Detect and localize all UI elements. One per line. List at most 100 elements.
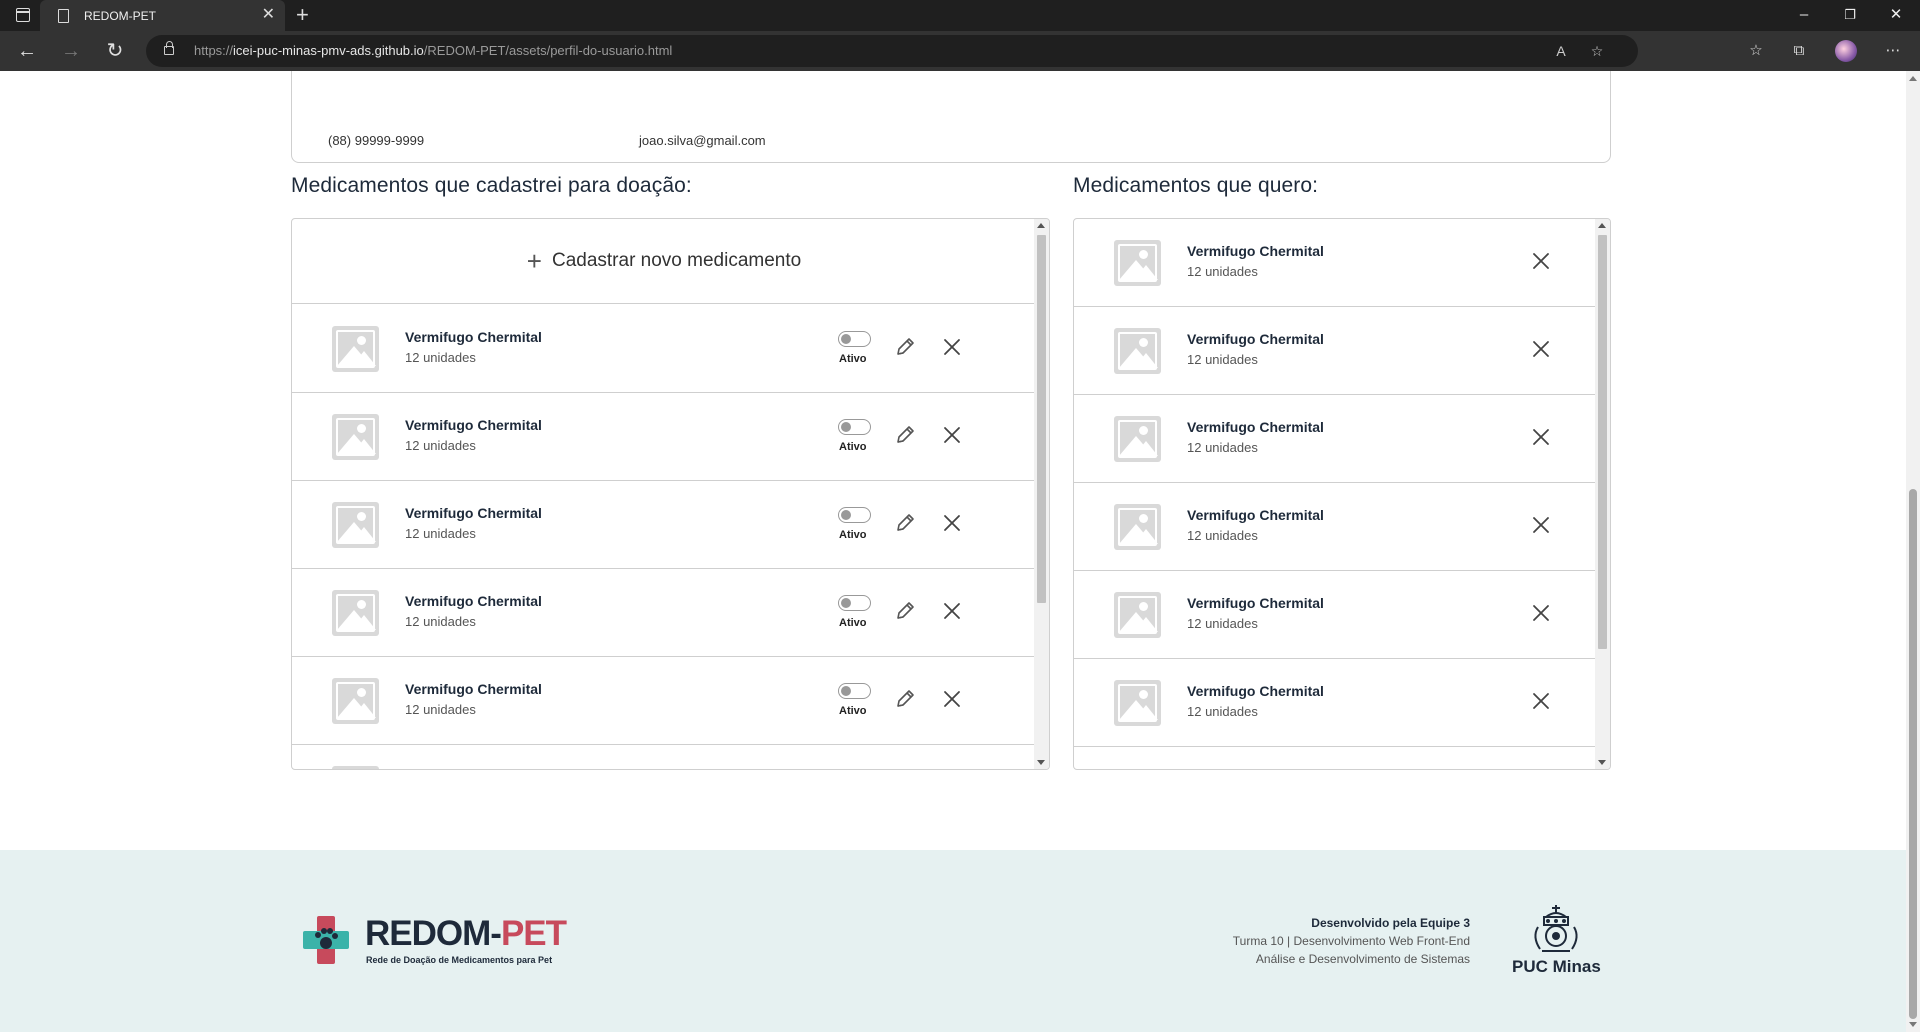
address-bar[interactable]: https://icei-puc-minas-pmv-ads.github.io… [146,35,1638,67]
url-text[interactable]: https://icei-puc-minas-pmv-ads.github.io… [194,43,672,58]
active-toggle[interactable] [838,595,871,611]
pencil-icon[interactable] [894,336,916,358]
plus-icon: + [526,246,542,276]
favorite-add-icon[interactable]: ☆ [1587,41,1607,61]
new-tab-plus-icon[interactable]: + [296,3,309,27]
pencil-icon[interactable] [894,512,916,534]
donations-list[interactable]: + Cadastrar novo medicamento Vermifugo C… [291,218,1050,770]
image-placeholder-icon [332,678,379,724]
remove-close-icon[interactable] [1529,249,1553,273]
wanted-item: Vermifugo Chermital 12 unidades [1074,483,1597,571]
delete-close-icon[interactable] [940,335,964,359]
medication-quantity: 12 unidades [405,526,476,541]
image-placeholder-icon [332,590,379,636]
window-close-icon[interactable]: ✕ [1886,5,1906,25]
remove-close-icon[interactable] [1529,513,1553,537]
image-placeholder-icon [332,326,379,372]
pencil-icon[interactable] [894,424,916,446]
redom-pet-logo-icon [303,916,349,964]
medication-name: Vermifugo Chermital [1187,243,1324,259]
forward-icon[interactable]: → [59,39,83,63]
active-toggle-label: Ativo [839,617,867,629]
image-placeholder-icon [332,414,379,460]
minimize-icon[interactable]: – [1794,5,1814,25]
credit-line-2: Análise e Desenvolvimento de Sistemas [1255,952,1470,966]
favorites-icon[interactable]: ☆ [1745,40,1767,62]
medication-name: Vermifugo Chermital [405,417,542,433]
logo-tagline: Rede de Doação de Medicamentos para Pet [366,955,553,965]
wanted-item: Vermifugo Chermital 12 unidades [1074,307,1597,395]
medication-quantity: 12 unidades [1187,704,1258,719]
active-toggle[interactable] [838,331,871,347]
puc-minas-name: PUC Minas [1512,957,1601,976]
medication-name: Vermifugo Chermital [1187,595,1324,611]
remove-close-icon[interactable] [1529,425,1553,449]
add-medication-button[interactable]: + Cadastrar novo medicamento [292,219,1036,304]
medication-quantity: 12 unidades [405,702,476,717]
active-toggle[interactable] [838,419,871,435]
donation-item: Vermifugo Chermital 12 unidades Ativo [292,569,1036,657]
image-placeholder-icon [332,502,379,548]
active-toggle-label: Ativo [839,705,867,717]
image-placeholder-icon [1114,504,1161,550]
medication-name: Vermifugo Chermital [1187,683,1324,699]
medication-name: Vermifugo Chermital [405,329,542,345]
medication-name: Vermifugo Chermital [1187,331,1324,347]
close-tab-icon[interactable]: ✕ [262,6,275,24]
delete-close-icon[interactable] [940,687,964,711]
pencil-icon[interactable] [894,688,916,710]
image-placeholder-icon [1114,592,1161,638]
active-toggle[interactable] [838,683,871,699]
browser-tab[interactable]: REDOM-PET ✕ [40,0,285,31]
medication-quantity: 12 unidades [1187,616,1258,631]
medication-quantity: 12 unidades [405,614,476,629]
wanted-item: Vermifugo Chermital 12 unidades [1074,659,1597,747]
donations-title: Medicamentos que cadastrei para doação: [291,174,692,197]
restore-icon[interactable]: ❐ [1840,5,1860,25]
wanted-item: Vermifugo Chermital 12 unidades [1074,219,1597,307]
profile-phone: (88) 99999-9999 [328,133,425,148]
read-aloud-icon[interactable]: A [1551,41,1571,61]
add-medication-label: Cadastrar novo medicamento [551,250,802,271]
image-placeholder-icon [1114,240,1161,286]
active-toggle-label: Ativo [839,529,867,541]
medication-quantity: 12 unidades [1187,528,1258,543]
wanted-item: Vermifugo Chermital 12 unidades [1074,571,1597,659]
pencil-icon[interactable] [894,600,916,622]
medication-quantity: 12 unidades [1187,440,1258,455]
donations-scrollbar[interactable] [1034,219,1049,769]
image-placeholder-icon [1114,328,1161,374]
image-placeholder-icon [332,766,379,769]
browser-tab-bar: REDOM-PET ✕ + – ❐ ✕ [0,0,1920,31]
medication-quantity: 12 unidades [1187,352,1258,367]
page-icon [58,9,69,23]
profile-info-card: (88) 99999-9999 joao.silva@gmail.com [291,71,1611,163]
donation-item: Vermifugo Chermital 12 unidades Ativo [292,657,1036,745]
wanted-list[interactable]: Vermifugo Chermital 12 unidades Vermifugo … [1073,218,1611,770]
donation-item-partial [292,745,1036,769]
donation-item: Vermifugo Chermital 12 unidades Ativo [292,393,1036,481]
lock-icon[interactable] [164,41,174,55]
wanted-title: Medicamentos que quero: [1073,174,1319,197]
active-toggle-label: Ativo [839,441,867,453]
wanted-scrollbar[interactable] [1595,219,1610,769]
delete-close-icon[interactable] [940,511,964,535]
medication-quantity: 12 unidades [1187,264,1258,279]
window-icon[interactable] [16,8,30,22]
delete-close-icon[interactable] [940,423,964,447]
credit-line-1: Turma 10 | Desenvolvimento Web Front-End [1232,934,1470,948]
remove-close-icon[interactable] [1529,601,1553,625]
reload-icon[interactable]: ↻ [103,39,127,63]
delete-close-icon[interactable] [940,599,964,623]
active-toggle[interactable] [838,507,871,523]
page-scrollbar[interactable] [1906,71,1920,1032]
browser-toolbar: ← → ↻ https://icei-puc-minas-pmv-ads.git… [0,31,1920,71]
remove-close-icon[interactable] [1529,689,1553,713]
back-icon[interactable]: ← [15,39,39,63]
collections-icon[interactable]: ⧉ [1788,40,1810,62]
page-viewport: (88) 99999-9999 joao.silva@gmail.com Med… [0,71,1906,1032]
menu-icon[interactable]: ⋯ [1882,40,1904,62]
remove-close-icon[interactable] [1529,337,1553,361]
medication-name: Vermifugo Chermital [1187,507,1324,523]
profile-avatar[interactable] [1835,40,1857,62]
